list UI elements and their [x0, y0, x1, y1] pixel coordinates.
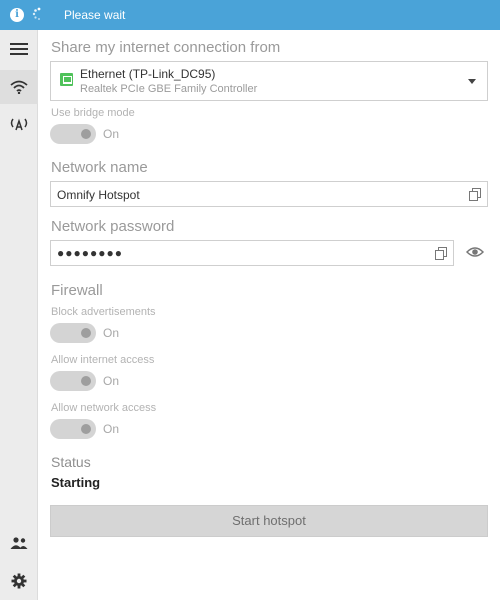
- wifi-icon: [10, 80, 28, 94]
- network-access-state: On: [103, 422, 120, 436]
- dropdown-caret-icon: [468, 79, 476, 84]
- share-connection-heading: Share my internet connection from: [51, 39, 281, 56]
- block-ads-state: On: [103, 326, 120, 340]
- network-password-heading: Network password: [51, 218, 175, 235]
- status-message: Please wait: [64, 8, 126, 22]
- bridge-mode-toggle[interactable]: [50, 124, 96, 144]
- bridge-mode-state: On: [103, 127, 120, 141]
- settings-icon: [11, 573, 27, 589]
- start-hotspot-button[interactable]: Start hotspot: [50, 505, 488, 537]
- sidebar-item-clients[interactable]: [0, 526, 38, 560]
- sidebar-item-hotspot[interactable]: [0, 70, 38, 104]
- title-bar: i Please wait: [0, 0, 500, 30]
- toggle-knob: [81, 129, 91, 139]
- block-ads-toggle[interactable]: [50, 323, 96, 343]
- toggle-knob: [81, 376, 91, 386]
- network-password-field[interactable]: ●●●●●●●●: [50, 240, 454, 266]
- status-value: Starting: [51, 475, 101, 490]
- network-name-value: Omnify Hotspot: [57, 188, 140, 202]
- menu-button[interactable]: [0, 32, 38, 66]
- connection-name: Ethernet (TP-Link_DC95): [80, 67, 216, 81]
- copy-icon[interactable]: [435, 247, 447, 260]
- network-access-toggle[interactable]: [50, 419, 96, 439]
- eye-icon[interactable]: [466, 245, 484, 259]
- connection-source-dropdown[interactable]: Ethernet (TP-Link_DC95) Realtek PCIe GBE…: [50, 61, 488, 101]
- internet-access-state: On: [103, 374, 120, 388]
- info-icon[interactable]: i: [10, 8, 24, 22]
- antenna-icon: [10, 118, 28, 131]
- status-heading: Status: [51, 454, 91, 470]
- sidebar: [0, 30, 38, 600]
- sidebar-item-broadcast[interactable]: [0, 108, 38, 142]
- block-ads-label: Block advertisements: [51, 306, 156, 318]
- connection-adapter: Realtek PCIe GBE Family Controller: [80, 83, 258, 95]
- toggle-knob: [81, 328, 91, 338]
- network-name-heading: Network name: [51, 159, 148, 176]
- bridge-mode-label: Use bridge mode: [51, 107, 135, 119]
- network-name-field[interactable]: Omnify Hotspot: [50, 181, 488, 207]
- network-password-value: ●●●●●●●●: [57, 246, 123, 260]
- toggle-knob: [81, 424, 91, 434]
- ethernet-icon: [60, 73, 73, 86]
- firewall-heading: Firewall: [51, 282, 103, 299]
- users-icon: [10, 537, 28, 549]
- internet-access-label: Allow internet access: [51, 354, 155, 366]
- network-access-label: Allow network access: [51, 402, 157, 414]
- spinner-icon: [32, 7, 41, 20]
- menu-icon: [10, 43, 28, 55]
- copy-icon[interactable]: [469, 188, 481, 201]
- sidebar-item-settings[interactable]: [0, 564, 38, 598]
- internet-access-toggle[interactable]: [50, 371, 96, 391]
